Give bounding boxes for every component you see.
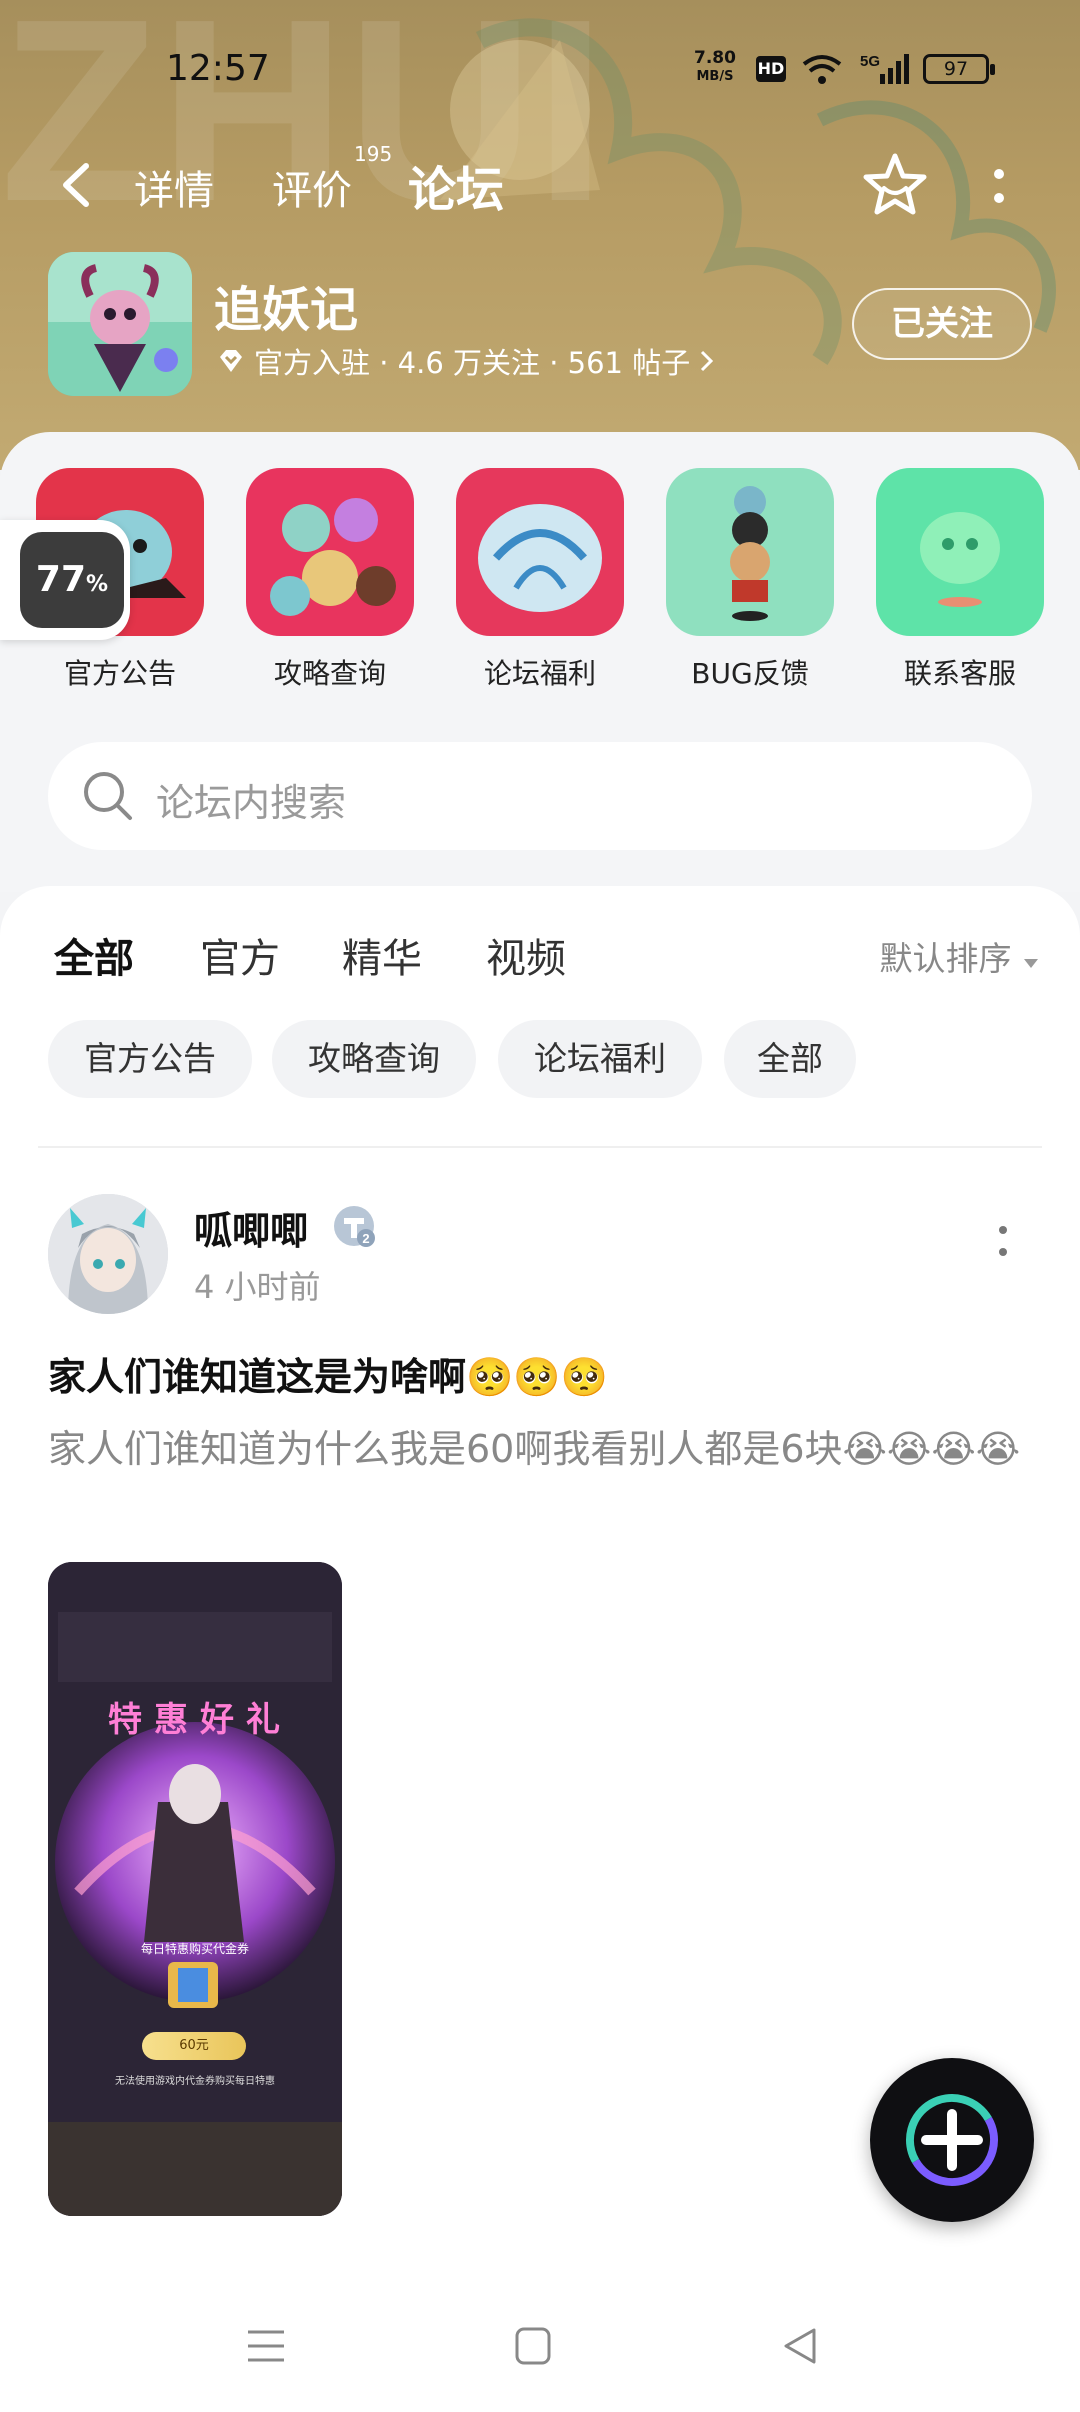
progress-value: 77% (20, 532, 124, 628)
floating-progress-badge[interactable]: 77% (0, 520, 130, 640)
status-bar: 12:57 7.80 MB/S HD 5G 97 (0, 48, 1080, 94)
quick-link-guide[interactable]: 攻略查询 (246, 468, 414, 692)
game-meta[interactable]: 官方入驻 · 4.6 万关注 · 561 帖子 (216, 340, 716, 382)
promo-note: 无法使用游戏内代金券购买每日特惠 (115, 2076, 275, 2087)
quick-link-bug-report[interactable]: BUG反馈 (666, 468, 834, 692)
post-title: 家人们谁知道这是为啥啊🥺🥺🥺 (48, 1355, 608, 1399)
forum-search[interactable]: 论坛内搜索 (48, 742, 1032, 850)
top-nav: 详情 评价 195 论坛 (0, 140, 1080, 230)
level-badge-icon: 2 (334, 1206, 375, 1247)
promo-price: 60元 (142, 2032, 246, 2060)
tab-featured[interactable]: 精华 (342, 926, 422, 984)
search-icon (84, 772, 132, 820)
back-arrow-icon[interactable] (56, 160, 100, 210)
feed-tabs: 全部 官方 精华 视频 默认排序 (0, 926, 1080, 996)
chip-guide[interactable]: 攻略查询 (272, 1020, 476, 1098)
username[interactable]: 呱唧唧 (194, 1200, 308, 1255)
sort-dropdown[interactable]: 默认排序 (880, 932, 1041, 980)
wifi-icon (802, 55, 842, 84)
post-body: 家人们谁知道为什么我是60啊我看别人都是6块😭😭😭😭 (48, 1427, 1021, 1471)
quick-link-label: 官方公告 (63, 657, 176, 690)
game-meta-text: 官方入驻 · 4.6 万关注 · 561 帖子 (254, 346, 691, 380)
chip-announcement[interactable]: 官方公告 (48, 1020, 252, 1098)
promo-line: 每日特惠购买代金券 (140, 1942, 249, 1956)
caret-down-icon (1024, 959, 1038, 968)
quick-link-support[interactable]: 联系客服 (876, 468, 1044, 692)
home-square-icon[interactable] (514, 2326, 552, 2366)
sort-label: 默认排序 (879, 939, 1012, 978)
quick-link-label: 攻略查询 (273, 657, 386, 690)
tab-forum[interactable]: 论坛 (401, 150, 504, 220)
tab-all[interactable]: 全部 (54, 926, 134, 990)
customer-service-icon (876, 468, 1044, 636)
create-post-button[interactable] (870, 2058, 1034, 2222)
tab-official[interactable]: 官方 (200, 926, 280, 984)
post-more-icon[interactable] (996, 1222, 1010, 1262)
quick-link-label: BUG反馈 (691, 657, 809, 690)
battery-icon: 97 (923, 54, 995, 84)
menu-icon[interactable] (246, 2326, 286, 2366)
game-icon[interactable] (48, 252, 192, 396)
verified-diamond-icon (220, 350, 242, 372)
svg-text:5G: 5G (860, 53, 880, 70)
status-time: 12:57 (166, 48, 270, 89)
hd-icon: HD (756, 56, 786, 82)
net-speed: 7.80 MB/S (694, 48, 736, 85)
game-header: ZHUI 12:57 7.80 MB/S HD 5G 97 详情 评价 195 … (0, 0, 1080, 470)
game-name: 追妖记 (214, 282, 359, 338)
guide-icon (246, 468, 414, 636)
chevron-right-icon (701, 350, 714, 372)
review-count: 195 (354, 142, 393, 166)
quick-link-welfare[interactable]: 论坛福利 (456, 468, 624, 692)
more-vertical-icon[interactable] (984, 162, 1014, 212)
divider (38, 1146, 1042, 1148)
star-outline-icon[interactable] (860, 150, 930, 220)
tab-review-label: 评价 (272, 168, 352, 214)
category-chips: 官方公告 攻略查询 论坛福利 全部 (48, 1020, 1080, 1100)
post-image[interactable]: 特惠好礼 每日特惠购买代金券 60元 无法使用游戏内代金券购买每日特惠 (48, 1562, 342, 2216)
tab-detail[interactable]: 详情 (134, 158, 214, 216)
post-time: 4 小时前 (194, 1268, 321, 1306)
bug-report-icon (666, 468, 834, 636)
system-nav-bar (0, 2286, 1080, 2412)
tab-video[interactable]: 视频 (486, 926, 566, 984)
search-placeholder: 论坛内搜索 (156, 781, 347, 825)
quick-link-label: 联系客服 (903, 657, 1016, 690)
welfare-icon (456, 468, 624, 636)
avatar[interactable] (48, 1194, 168, 1314)
plus-icon (906, 2094, 998, 2186)
tab-review[interactable]: 评价 195 (272, 142, 392, 216)
promo-banner-title: 特惠好礼 (108, 1700, 292, 1740)
game-info: 追妖记 官方入驻 · 4.6 万关注 · 561 帖子 已关注 (0, 250, 1080, 400)
signal-icon: 5G (860, 52, 912, 90)
chip-welfare[interactable]: 论坛福利 (498, 1020, 702, 1098)
chip-all[interactable]: 全部 (724, 1020, 856, 1098)
quick-link-label: 论坛福利 (483, 657, 596, 690)
svg-text:2: 2 (362, 1231, 369, 1246)
follow-button[interactable]: 已关注 (852, 288, 1032, 360)
back-triangle-icon[interactable] (780, 2326, 820, 2366)
quick-links: 官方公告 攻略查询 论坛福利 BUG反馈 联系客服 (0, 468, 1080, 708)
